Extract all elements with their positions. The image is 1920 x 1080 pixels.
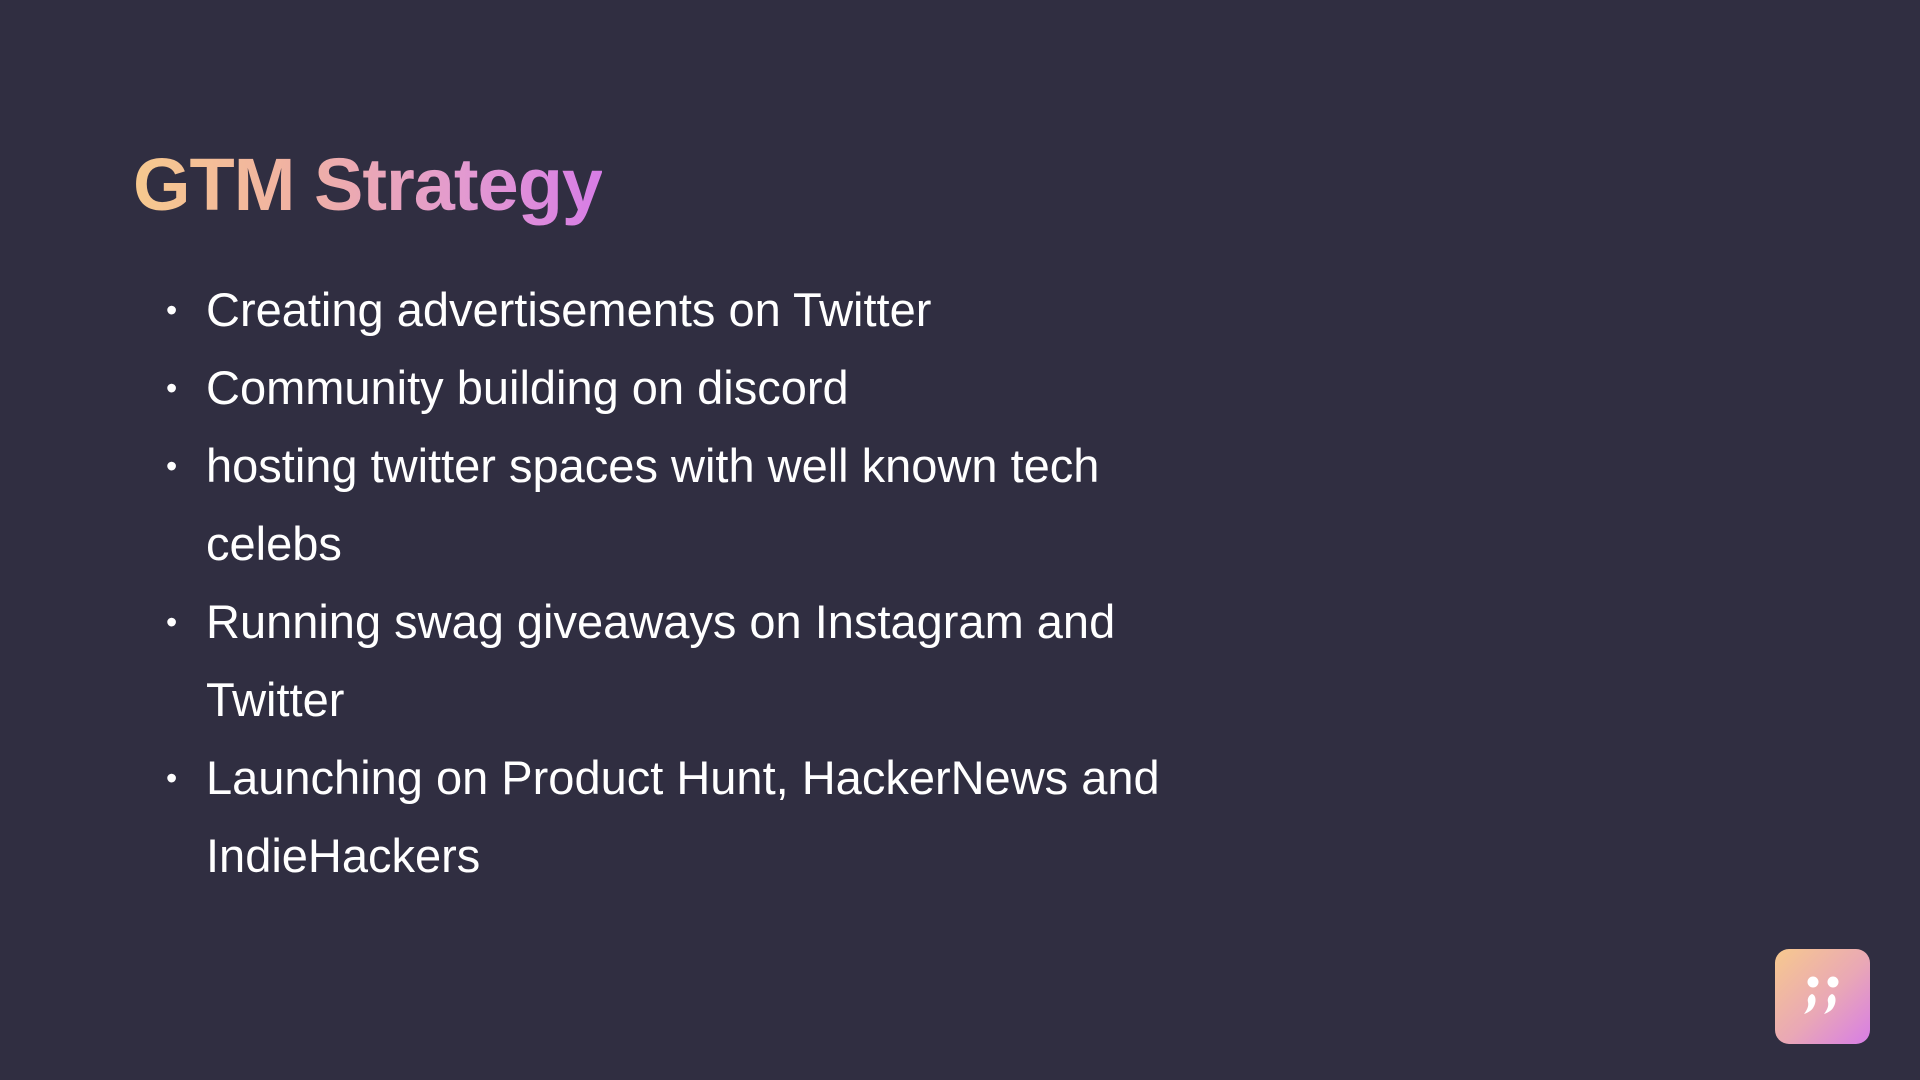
- bullet-text: hosting twitter spaces with well known t…: [206, 439, 1100, 570]
- bullet-item: • hosting twitter spaces with well known…: [166, 427, 1366, 583]
- bullet-item: • Creating advertisements on Twitter: [166, 271, 1366, 349]
- bullet-text: Running swag giveaways on Instagram and …: [206, 595, 1116, 726]
- quote-logo-icon[interactable]: [1775, 949, 1870, 1044]
- bullet-text: Creating advertisements on Twitter: [206, 283, 932, 336]
- bullet-dot: •: [166, 760, 178, 796]
- bullet-text: Launching on Product Hunt, HackerNews an…: [206, 751, 1160, 882]
- bullet-dot: •: [166, 370, 178, 406]
- bullet-dot: •: [166, 448, 178, 484]
- bullet-item: • Running swag giveaways on Instagram an…: [166, 583, 1366, 739]
- quote-glyph-icon: [1803, 976, 1838, 1014]
- bullet-item: • Community building on discord: [166, 349, 1366, 427]
- bullet-item: • Launching on Product Hunt, HackerNews …: [166, 739, 1366, 895]
- slide-title: GTM Strategy: [133, 140, 603, 230]
- bullet-list: • Creating advertisements on Twitter • C…: [166, 271, 1366, 895]
- bullet-text: Community building on discord: [206, 361, 849, 414]
- bullet-dot: •: [166, 292, 178, 328]
- slide: GTM Strategy • Creating advertisements o…: [0, 0, 1920, 1080]
- bullet-dot: •: [166, 604, 178, 640]
